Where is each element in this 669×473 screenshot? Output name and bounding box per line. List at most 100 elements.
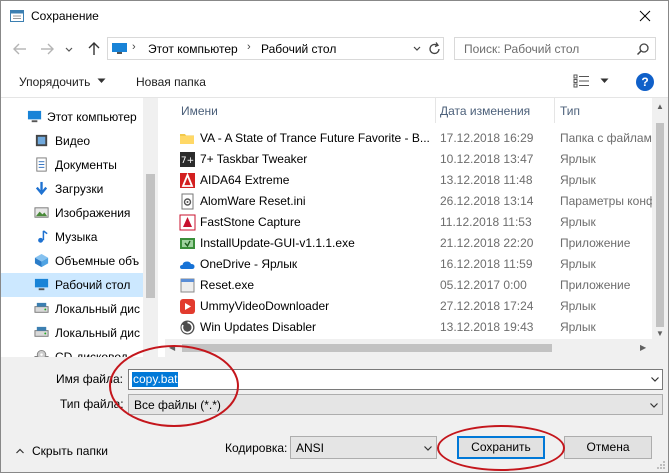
breadcrumb-desktop[interactable]: Рабочий стол	[261, 42, 336, 56]
refresh-icon[interactable]	[426, 39, 444, 59]
scrollbar-thumb[interactable]	[656, 123, 664, 327]
hide-folders-label[interactable]: Скрыть папки	[32, 444, 108, 458]
file-name[interactable]: UmmyVideoDownloader	[200, 299, 430, 313]
search-box[interactable]: Поиск: Рабочий стол	[454, 37, 656, 60]
sidebar-item[interactable]: Объемные объ	[1, 249, 143, 273]
file-type: Ярлык	[560, 215, 596, 229]
file-row[interactable]: VA - A State of Trance Future Favorite -…	[165, 128, 655, 149]
file-name[interactable]: FastStone Capture	[200, 215, 430, 229]
cd-drive-icon	[34, 349, 50, 357]
sidebar-item[interactable]: Видео	[1, 129, 143, 153]
desktop-icon	[34, 277, 50, 293]
scroll-right-icon[interactable]: ▶	[640, 343, 646, 352]
file-name[interactable]: Win Updates Disabler	[200, 320, 430, 334]
view-dropdown-icon[interactable]	[600, 76, 609, 85]
sidebar-item[interactable]: Этот компьютер	[1, 105, 143, 129]
organize-button[interactable]: Упорядочить	[19, 75, 90, 89]
file-type: Ярлык	[560, 299, 596, 313]
file-name[interactable]: Reset.exe	[200, 278, 430, 292]
search-icon[interactable]	[636, 42, 650, 56]
file-type: Папка с файлами	[560, 131, 655, 145]
search-placeholder: Поиск: Рабочий стол	[464, 42, 580, 56]
file-row[interactable]: Win Updates Disabler 13.12.2018 19:43 Ярлы…	[165, 317, 652, 338]
vertical-scrollbar[interactable]: ▲ ▼	[652, 98, 668, 357]
cancel-button[interactable]: Отмена	[564, 436, 652, 459]
resize-grip-icon[interactable]	[656, 460, 666, 470]
file-name[interactable]: VA - A State of Trance Future Favorite -…	[200, 131, 430, 145]
save-button[interactable]: Сохранить	[457, 436, 545, 459]
navigation-scrollbar[interactable]	[143, 98, 158, 357]
file-name[interactable]: OneDrive - Ярлык	[200, 257, 430, 271]
up-arrow-icon[interactable]	[85, 40, 103, 58]
horizontal-scrollbar[interactable]: ◀ ▶	[165, 339, 652, 357]
computer-icon	[27, 109, 43, 125]
file-row[interactable]: 7+ 7+ Taskbar Tweaker 10.12.2018 13:47 Ярлы…	[165, 149, 652, 170]
forward-arrow-icon[interactable]	[38, 40, 56, 58]
navigation-bar: › Этот компьютер › Рабочий стол Поиск: Р…	[1, 32, 668, 66]
address-dropdown-icon[interactable]	[409, 39, 425, 59]
encoding-select[interactable]: ANSI	[290, 436, 437, 459]
view-options-icon[interactable]	[573, 74, 591, 88]
breadcrumb-separator-icon[interactable]: ›	[132, 41, 136, 53]
file-name[interactable]: AIDA64 Extreme	[200, 173, 430, 187]
sidebar-item-label: CD-дисковод	[55, 350, 128, 357]
folder-icon	[179, 130, 196, 147]
file-type: Ярлык	[560, 173, 596, 187]
scroll-left-icon[interactable]: ◀	[169, 343, 175, 352]
sidebar-item-label: Объемные объ	[55, 254, 140, 268]
filename-input[interactable]: copy.bat	[128, 369, 663, 390]
chevron-down-icon[interactable]	[97, 76, 106, 85]
file-row[interactable]: AIDA64 Extreme 13.12.2018 11:48 Ярлык	[165, 170, 652, 191]
chevron-up-icon[interactable]	[15, 446, 25, 456]
drive-icon	[34, 325, 50, 341]
filetype-value: Все файлы (*.*)	[134, 398, 221, 412]
column-header-date[interactable]: Дата изменения	[436, 98, 554, 123]
file-name[interactable]: AlomWare Reset.ini	[200, 194, 430, 208]
sidebar-item[interactable]: Музыка	[1, 225, 143, 249]
file-row[interactable]: Reset.exe 05.12.2017 0:00 Приложение	[165, 275, 652, 296]
sidebar-item[interactable]: Локальный дис	[1, 297, 143, 321]
recent-locations-icon[interactable]	[63, 40, 75, 58]
filename-value[interactable]: copy.bat	[132, 372, 179, 387]
file-name[interactable]: 7+ Taskbar Tweaker	[200, 152, 430, 166]
file-type: Параметры конфигурации	[560, 194, 655, 208]
filename-label: Имя файла:	[56, 372, 123, 386]
chevron-down-icon[interactable]	[423, 443, 433, 453]
sidebar-item[interactable]: Рабочий стол	[1, 273, 143, 297]
close-icon[interactable]	[622, 1, 668, 32]
back-arrow-icon[interactable]	[11, 40, 29, 58]
3d-objects-icon	[34, 253, 50, 269]
scrollbar-thumb[interactable]	[146, 174, 155, 298]
sidebar-item[interactable]: CD-дисковод	[1, 345, 143, 357]
scroll-up-icon[interactable]: ▲	[656, 102, 664, 111]
chevron-down-icon[interactable]	[649, 400, 659, 410]
file-date: 13.12.2018 11:48	[440, 173, 533, 187]
help-button[interactable]: ?	[636, 73, 654, 91]
file-type: Приложение	[560, 236, 631, 250]
file-row[interactable]: FastStone Capture 11.12.2018 11:53 Ярлык	[165, 212, 652, 233]
sidebar-item[interactable]: Документы	[1, 153, 143, 177]
pane-splitter[interactable]	[158, 98, 165, 357]
breadcrumb-separator-icon[interactable]: ›	[247, 41, 251, 53]
column-header-type[interactable]: Тип	[555, 98, 652, 123]
file-row[interactable]: InstallUpdate-GUI-v1.1.1.exe 21.12.2018 2…	[165, 233, 652, 254]
sidebar-item[interactable]: Изображения	[1, 201, 143, 225]
file-date: 16.12.2018 11:59	[440, 257, 533, 271]
chevron-down-icon[interactable]	[650, 374, 660, 384]
file-row[interactable]: AlomWare Reset.ini 26.12.2018 13:14 Параме…	[165, 191, 655, 212]
filetype-select[interactable]: Все файлы (*.*)	[128, 394, 663, 415]
scrollbar-thumb[interactable]	[182, 344, 552, 352]
sidebar-item[interactable]: Загрузки	[1, 177, 143, 201]
scroll-down-icon[interactable]: ▼	[656, 329, 664, 338]
address-bar[interactable]: › Этот компьютер › Рабочий стол	[107, 37, 444, 60]
file-row[interactable]: UmmyVideoDownloader 27.12.2018 17:24 Ярлык	[165, 296, 652, 317]
new-folder-button[interactable]: Новая папка	[136, 75, 206, 89]
file-date: 10.12.2018 13:47	[440, 152, 534, 166]
breadcrumb-this-pc[interactable]: Этот компьютер	[148, 42, 238, 56]
sidebar-item-label: Музыка	[55, 230, 98, 244]
file-row[interactable]: OneDrive - Ярлык 16.12.2018 11:59 Ярлык	[165, 254, 652, 275]
column-header-name[interactable]: Имени	[165, 98, 435, 123]
sidebar-item[interactable]: Локальный дис	[1, 321, 143, 345]
file-date: 11.12.2018 11:53	[440, 215, 532, 229]
file-name[interactable]: InstallUpdate-GUI-v1.1.1.exe	[200, 236, 430, 250]
